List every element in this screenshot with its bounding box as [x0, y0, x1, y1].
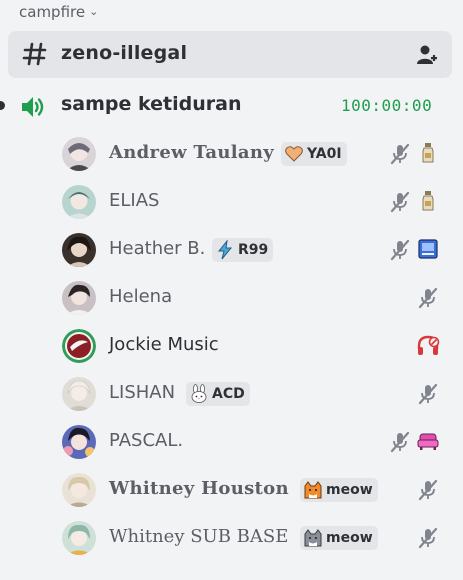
member-name: ELIAS — [109, 190, 160, 211]
avatar — [62, 425, 96, 459]
add-member-icon[interactable] — [416, 44, 438, 66]
mic-off-icon — [390, 143, 410, 165]
sofa-icon — [417, 433, 439, 450]
book-icon — [418, 239, 438, 259]
member-name: Whitney SUB BASE — [109, 526, 289, 547]
rabbit-icon — [191, 384, 207, 403]
voice-member[interactable]: Helena — [58, 276, 448, 320]
mic-off-icon — [418, 287, 438, 309]
hash-icon — [22, 42, 47, 66]
member-tag-label: YA0I — [307, 146, 342, 162]
voice-member[interactable]: ELIAS — [58, 180, 448, 224]
voice-channel-name: sampe ketiduran — [61, 93, 242, 115]
voice-member[interactable]: PASCAL. — [58, 420, 448, 464]
member-tag: meow — [300, 526, 378, 550]
cat-icon — [304, 529, 322, 547]
voice-member[interactable]: Heather B. R99 — [58, 228, 448, 272]
heart-icon — [285, 146, 303, 162]
avatar — [62, 329, 96, 363]
avatar — [62, 281, 96, 315]
member-name: Heather B. — [109, 238, 206, 259]
text-channel-zeno-illegal[interactable]: zeno-illegal — [8, 31, 452, 78]
category-label: campfire — [19, 3, 86, 21]
cat-icon — [304, 481, 322, 499]
mic-off-icon — [390, 239, 410, 261]
avatar — [62, 377, 96, 411]
member-name: LISHAN — [109, 382, 176, 403]
voice-timer: 100:00:00 — [341, 96, 433, 115]
member-tag-label: ACD — [212, 386, 245, 402]
mic-off-icon — [390, 191, 410, 213]
voice-member[interactable]: Andrew Taulany YA0I — [58, 132, 448, 176]
avatar — [62, 521, 96, 555]
chevron-down-icon: ⌄ — [89, 4, 99, 18]
member-tag: ACD — [186, 382, 250, 406]
member-name: Andrew Taulany — [109, 142, 275, 163]
mic-off-icon — [390, 431, 410, 453]
member-tag: meow — [300, 478, 378, 502]
member-tag-label: meow — [326, 530, 373, 546]
category-header[interactable]: campfire ⌄ — [19, 1, 98, 23]
avatar — [62, 473, 96, 507]
mic-off-icon — [418, 527, 438, 549]
headphones-off-icon — [417, 335, 440, 355]
avatar — [62, 185, 96, 219]
voice-member[interactable]: Jockie Music — [58, 324, 448, 368]
voice-member[interactable]: Whitney SUB BASE meow — [58, 516, 448, 560]
bottle-icon — [422, 143, 434, 163]
bottle-icon — [422, 191, 434, 211]
mic-off-icon — [418, 479, 438, 501]
mic-off-icon — [418, 383, 438, 405]
member-tag-label: R99 — [238, 242, 269, 258]
voice-member[interactable]: LISHAN ACD — [58, 372, 448, 416]
member-tag: YA0I — [281, 142, 347, 166]
member-name: Jockie Music — [109, 334, 219, 355]
text-channel-name: zeno-illegal — [61, 42, 188, 64]
avatar — [62, 137, 96, 171]
member-name: PASCAL. — [109, 430, 184, 451]
unread-indicator — [0, 101, 5, 110]
member-tag-label: meow — [326, 482, 373, 498]
member-name: Helena — [109, 286, 173, 307]
lightning-icon — [217, 240, 233, 260]
member-tag: R99 — [212, 238, 274, 262]
avatar — [62, 233, 96, 267]
voice-channel-sampe-ketiduran[interactable]: sampe ketiduran 100:00:00 — [0, 88, 463, 124]
voice-member[interactable]: Whitney Houston meow — [58, 468, 448, 512]
speaker-icon — [22, 97, 44, 117]
member-name: Whitney Houston — [109, 478, 289, 499]
